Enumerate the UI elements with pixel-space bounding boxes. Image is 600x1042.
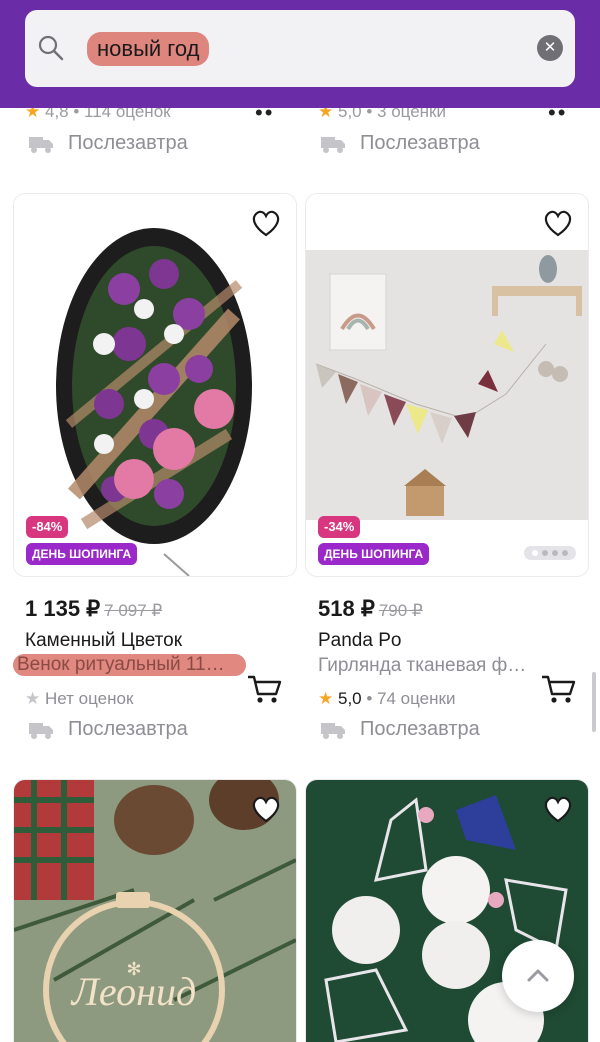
search-bar[interactable]: новый год ✕ [25,10,575,87]
heart-icon[interactable] [542,208,574,238]
product-title[interactable]: Венок ритуальный 11… [13,654,246,676]
promo-badge: ДЕНЬ ШОПИНГА [318,543,430,565]
old-price: 7 097 ₽ [104,601,163,620]
truck-icon [29,136,53,153]
ornament-name: Леонид [70,969,196,1014]
cart-icon[interactable] [246,673,282,705]
image-pager[interactable] [524,546,576,560]
product-brand: Panda Po [318,630,402,651]
heart-icon[interactable] [250,794,282,824]
scrollbar[interactable] [592,672,596,732]
product-brand: Каменный Цветок [25,630,183,651]
chevron-up-icon [527,969,549,982]
truck-icon [321,136,345,153]
product-title[interactable]: Гирлянда тканевая ф… [318,655,540,677]
scroll-to-top-button[interactable] [502,940,574,1012]
delivery-info: Послезавтра [28,132,188,155]
star-icon: ★ [318,689,334,708]
product-card[interactable]: -34% ДЕНЬ ШОПИНГА [305,193,589,577]
product-rating: ★ Нет оценок [25,689,134,708]
truck-icon [29,722,53,739]
product-rating: ★ 5,0 • 74 оценки [318,689,456,708]
search-input[interactable]: новый год [87,32,210,66]
discount-badge: -84% [26,516,69,538]
product-price: 518 ₽790 ₽ [318,596,423,621]
cart-icon[interactable] [540,673,576,705]
close-icon[interactable]: ✕ [537,35,563,61]
delivery-info: Послезавтра [320,132,480,155]
truck-icon [321,722,345,739]
header-bar: новый год ✕ [0,0,600,108]
star-icon: ★ [25,689,41,708]
discount-badge: -34% [318,516,361,538]
old-price: 790 ₽ [378,601,423,620]
product-price: 1 135 ₽7 097 ₽ [25,596,163,621]
heart-icon[interactable] [542,794,574,824]
delivery-info: Послезавтра [320,718,480,741]
heart-icon[interactable] [250,208,282,238]
search-icon [38,35,64,61]
product-card[interactable]: -84% ДЕНЬ ШОПИНГА [13,193,297,577]
product-card[interactable]: ✻ Леонид [13,779,297,1042]
promo-badge: ДЕНЬ ШОПИНГА [26,543,138,565]
delivery-info: Послезавтра [28,718,188,741]
